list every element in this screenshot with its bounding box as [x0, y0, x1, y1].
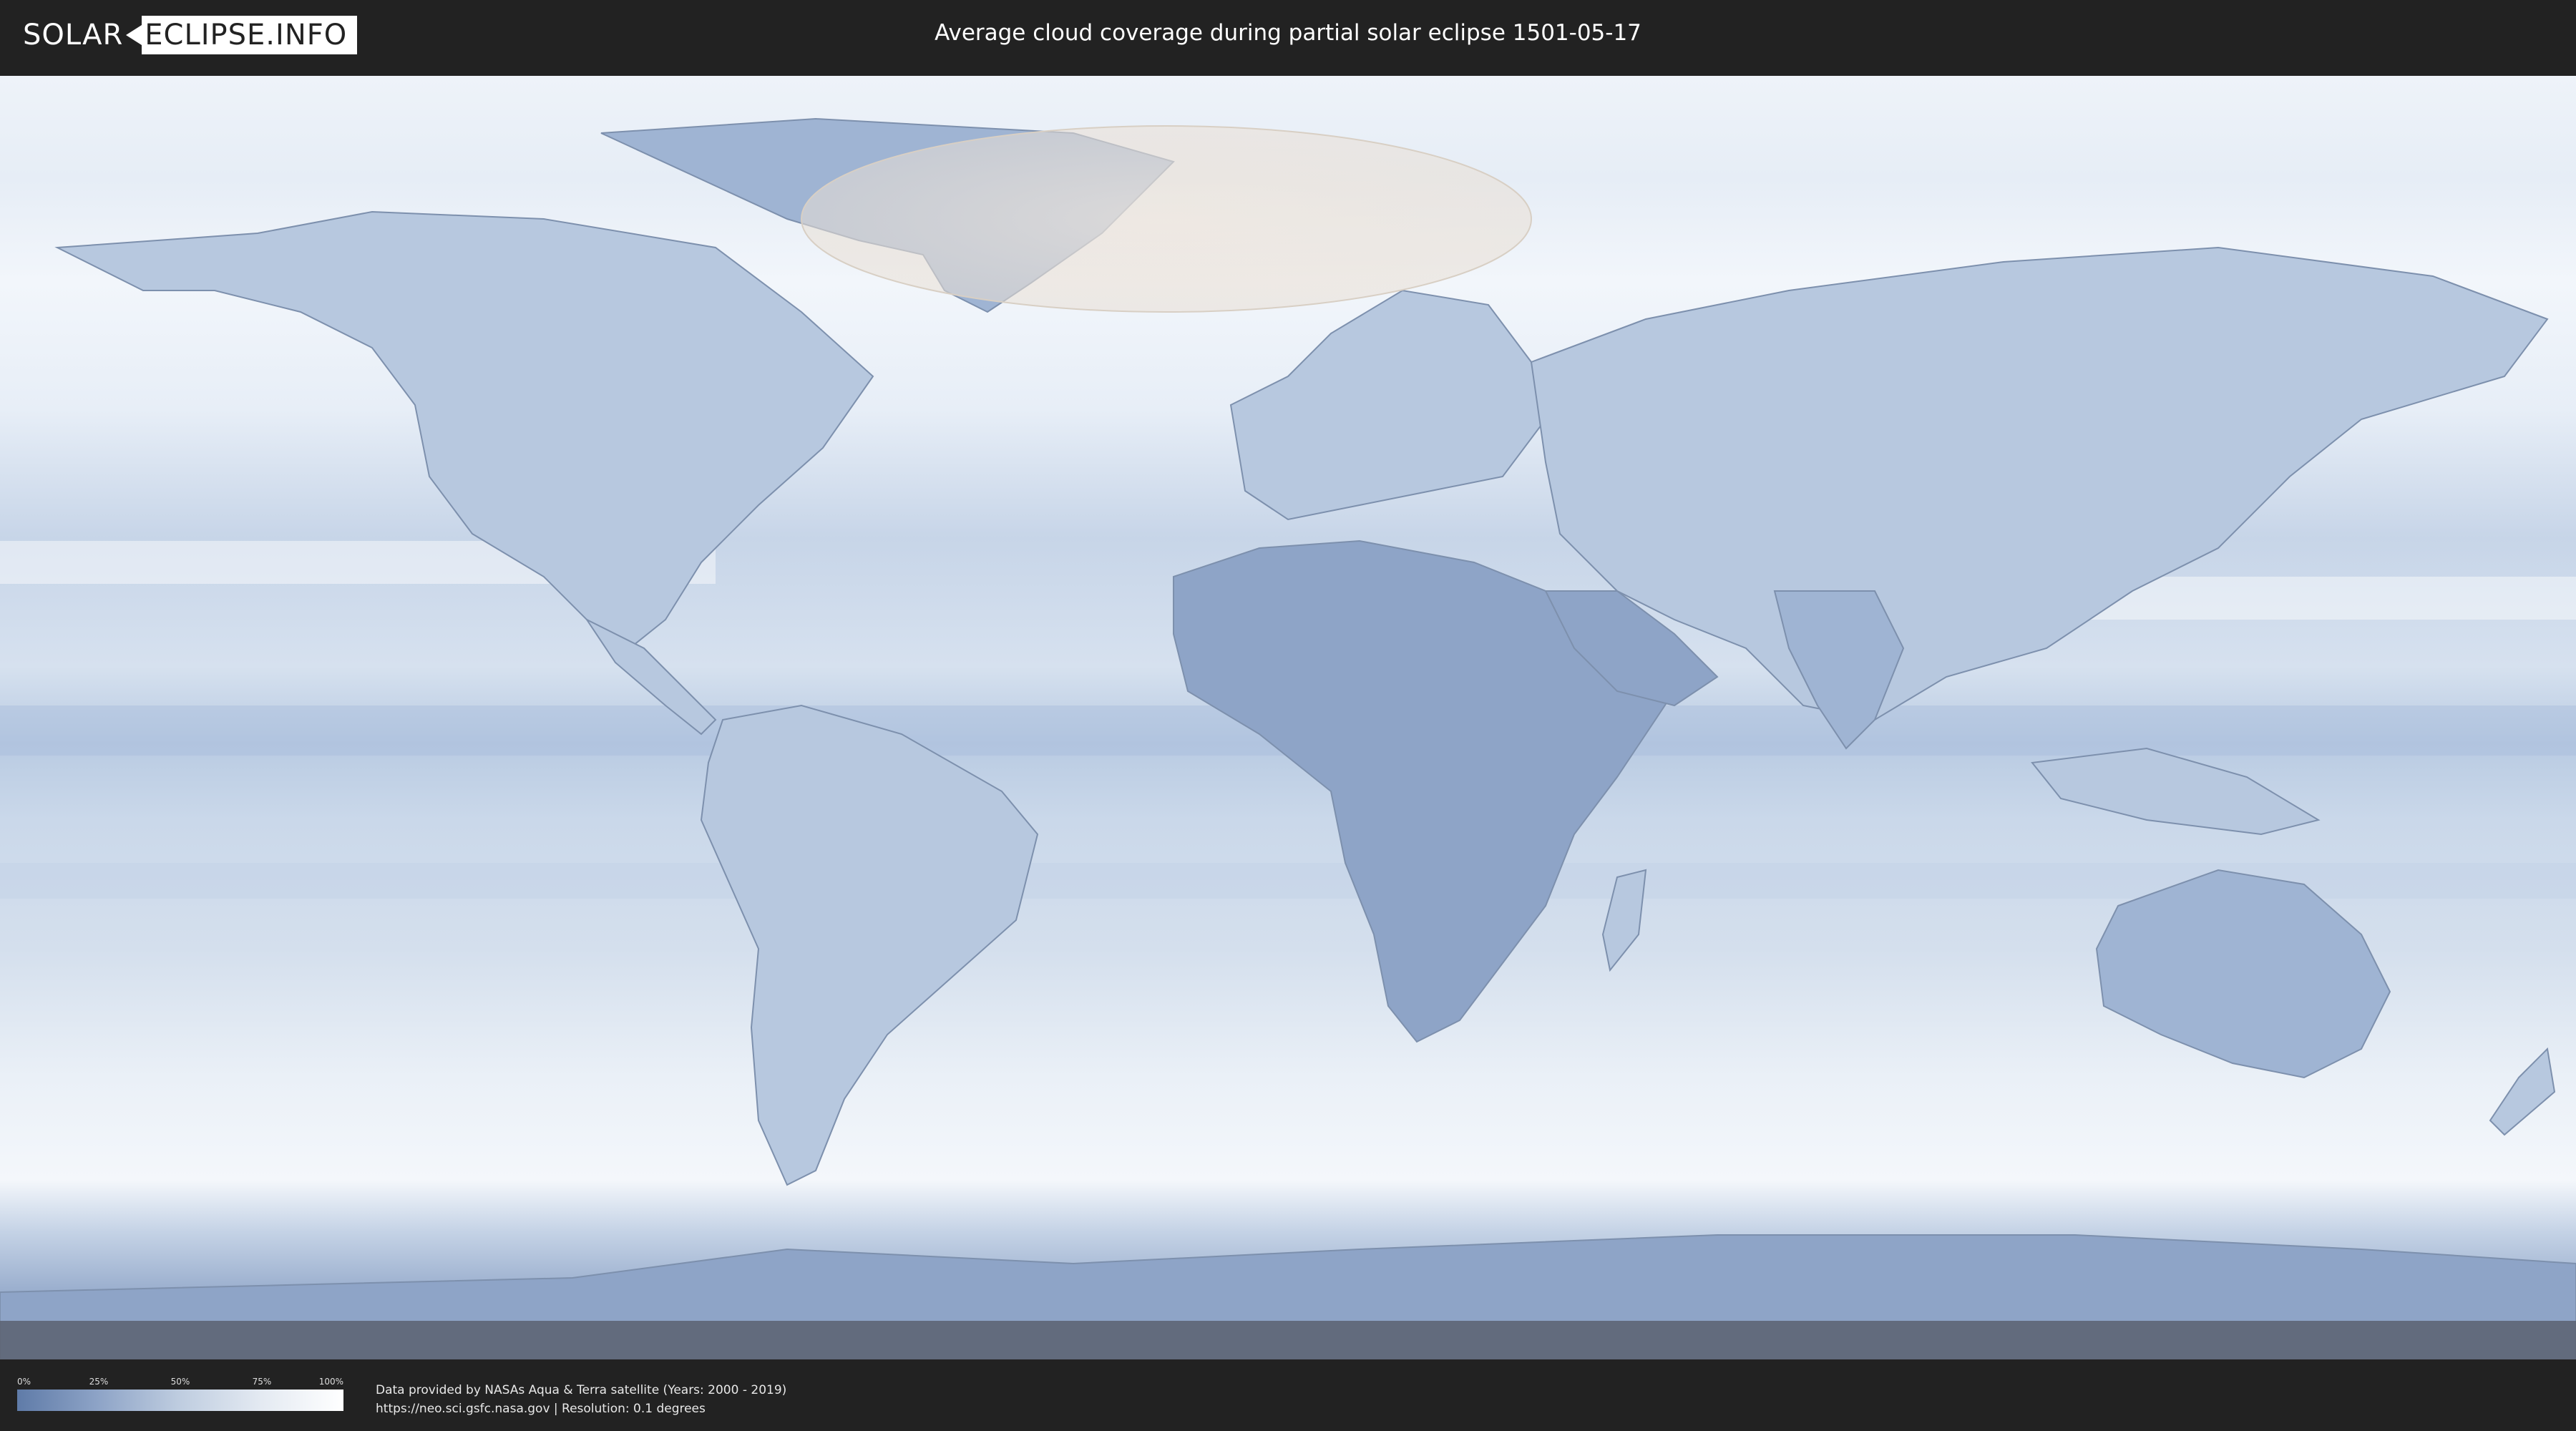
cloud-coverage-legend: 0% 25% 50% 75% 100%	[17, 1377, 343, 1414]
legend-gradient-bar	[17, 1390, 343, 1411]
legend-tick-100: 100%	[318, 1377, 343, 1387]
world-map-svg	[0, 76, 2576, 1359]
legend-tick-0: 0%	[17, 1377, 31, 1387]
legend-tick-75: 75%	[252, 1377, 272, 1387]
header-bar: SOLAR ECLIPSE.INFO Average cloud coverag…	[0, 0, 2576, 72]
page: SOLAR ECLIPSE.INFO Average cloud coverag…	[0, 0, 2576, 1431]
credit-line-source: Data provided by NASAs Aqua & Terra sate…	[376, 1383, 787, 1397]
page-title: Average cloud coverage during partial so…	[935, 20, 1641, 46]
data-credits: Data provided by NASAs Aqua & Terra sate…	[376, 1381, 786, 1418]
credit-line-url[interactable]: https://neo.sci.gsfc.nasa.gov | Resoluti…	[376, 1400, 786, 1418]
footer-bar: 0% 25% 50% 75% 100% Data provided by NAS…	[0, 1359, 2576, 1431]
cloud-coverage-map[interactable]	[0, 76, 2576, 1359]
legend-tick-50: 50%	[170, 1377, 190, 1387]
eclipse-visibility-zone[interactable]	[801, 125, 1532, 313]
map-bottom-edge	[0, 1321, 2576, 1359]
legend-tick-25: 25%	[89, 1377, 109, 1387]
legend-ticks: 0% 25% 50% 75% 100%	[17, 1377, 343, 1390]
